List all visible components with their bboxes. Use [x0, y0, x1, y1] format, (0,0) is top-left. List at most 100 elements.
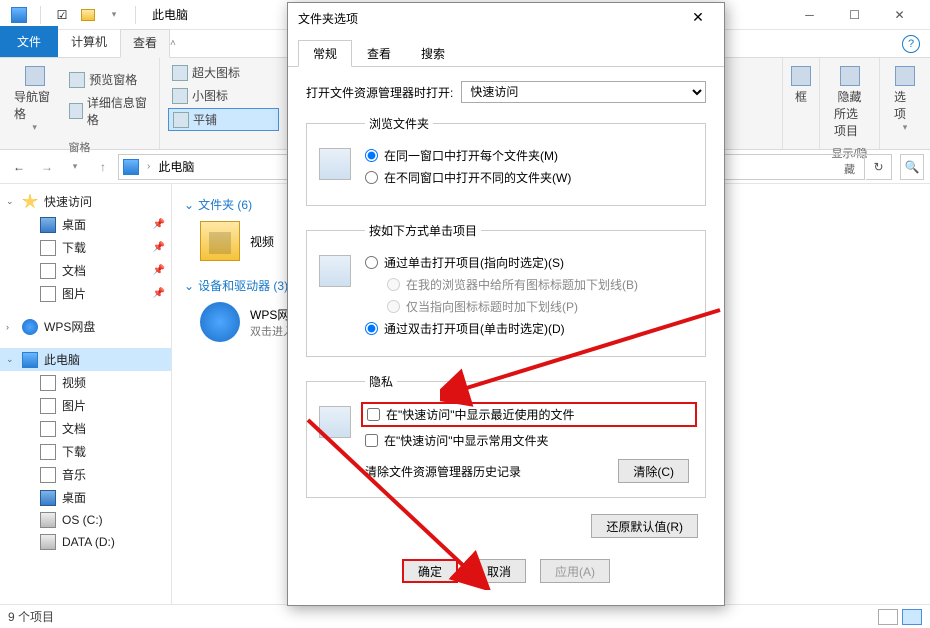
dialog-tab-view[interactable]: 查看: [352, 40, 406, 67]
preview-label: 预览窗格: [89, 71, 137, 88]
xlarge-label: 超大图标: [192, 64, 240, 81]
navpane-icon: [25, 66, 45, 86]
expand-icon[interactable]: ›: [6, 322, 16, 332]
nav-desktop2[interactable]: 桌面: [0, 486, 171, 509]
navpane-button[interactable]: 导航窗格 ▾: [8, 62, 61, 137]
check-priv-freq[interactable]: 在"快速访问"中显示常用文件夹: [365, 432, 693, 449]
video-icon: [40, 375, 56, 391]
tab-file[interactable]: 文件: [0, 26, 58, 57]
expand-icon[interactable]: ⌄: [6, 196, 16, 207]
privacy-icon: [319, 406, 351, 438]
chevron-right-icon[interactable]: ›: [147, 161, 150, 172]
preview-pane-button[interactable]: 预览窗格: [65, 69, 151, 90]
check-priv-recent[interactable]: 在"快速访问"中显示最近使用的文件: [361, 402, 697, 427]
radio-click-double[interactable]: 通过双击打开项目(单击时选定)(D): [365, 320, 693, 337]
clear-button[interactable]: 清除(C): [618, 459, 689, 483]
dialog-title: 文件夹选项: [298, 10, 358, 27]
qat-new-icon[interactable]: [77, 4, 99, 26]
up-button[interactable]: ↑: [90, 154, 116, 180]
search-button[interactable]: 🔍: [900, 154, 924, 180]
minimize-button[interactable]: ─: [787, 0, 832, 30]
layout-small[interactable]: 小图标: [168, 85, 279, 106]
nav-desktop[interactable]: 桌面📌: [0, 213, 171, 236]
nav-pics2[interactable]: 图片: [0, 394, 171, 417]
dialog-tab-search[interactable]: 搜索: [406, 40, 460, 67]
nav-osc[interactable]: OS (C:): [0, 509, 171, 531]
radio-browse-new[interactable]: 在不同窗口中打开不同的文件夹(W): [365, 169, 693, 186]
fs-click-legend: 按如下方式单击项目: [365, 222, 481, 239]
view-details-button[interactable]: [878, 609, 898, 625]
layout-group-label: [168, 133, 279, 147]
nav-video[interactable]: 视频: [0, 371, 171, 394]
expand-icon[interactable]: ⌄: [6, 354, 16, 365]
help-icon[interactable]: ?: [902, 35, 920, 53]
nav-docs-label: 文档: [62, 262, 86, 279]
history-dropdown[interactable]: ▾: [62, 154, 88, 180]
nav-pics[interactable]: 图片📌: [0, 282, 171, 305]
nav-datad-label: DATA (D:): [62, 535, 115, 549]
layout-xlarge[interactable]: 超大图标: [168, 62, 279, 83]
nav-thispc-label: 此电脑: [44, 351, 80, 368]
nav-tree[interactable]: ⌄快速访问 桌面📌 下载📌 文档📌 图片📌 ›WPS网盘 ⌄此电脑 视频 图片 …: [0, 184, 172, 604]
fs-browse-legend: 浏览文件夹: [365, 115, 433, 132]
nav-datad[interactable]: DATA (D:): [0, 531, 171, 553]
back-button[interactable]: ←: [6, 154, 32, 180]
pic-icon: [40, 286, 56, 302]
radio-click-single-a: 在我的浏览器中给所有图标标题加下划线(B): [387, 276, 693, 293]
frame-icon: [791, 66, 811, 86]
restore-defaults-button[interactable]: 还原默认值(R): [591, 514, 698, 538]
small-icon: [172, 88, 188, 104]
nav-quick-access[interactable]: ⌄快速访问: [0, 190, 171, 213]
pin-icon: 📌: [153, 265, 165, 276]
layout-tile[interactable]: 平铺: [168, 108, 279, 131]
openwith-select[interactable]: 快速访问: [461, 81, 706, 103]
frame-button[interactable]: 框: [791, 62, 811, 109]
details-pane-button[interactable]: 详细信息窗格: [65, 92, 151, 130]
qat-dropdown-icon[interactable]: ▾: [103, 4, 125, 26]
breadcrumb-thispc[interactable]: 此电脑: [158, 158, 194, 175]
apply-button[interactable]: 应用(A): [540, 559, 610, 583]
clear-label: 清除文件资源管理器历史记录: [365, 463, 521, 480]
folders-header-label: 文件夹 (6): [198, 196, 252, 213]
pic-icon: [40, 398, 56, 414]
nav-download2[interactable]: 下载: [0, 440, 171, 463]
small-label: 小图标: [192, 87, 228, 104]
frame-label: 框: [795, 88, 807, 105]
hide-button[interactable]: 隐藏所选项目: [828, 62, 871, 143]
pc-icon: [123, 159, 139, 175]
tile-icon: [173, 112, 189, 128]
dialog-tab-general[interactable]: 常规: [298, 40, 352, 67]
video-folder-icon: [200, 221, 240, 261]
tab-view[interactable]: 查看: [120, 29, 170, 58]
qat-properties-icon[interactable]: ☑: [51, 4, 73, 26]
dialog-close-button[interactable]: ✕: [682, 6, 714, 30]
maximize-button[interactable]: ☐: [832, 0, 877, 30]
forward-button[interactable]: →: [34, 154, 60, 180]
radio-click-single[interactable]: 通过单击打开项目(指向时选定)(S): [365, 254, 693, 271]
system-menu-icon[interactable]: [8, 4, 30, 26]
pin-icon: 📌: [153, 288, 165, 299]
ribbon-collapse-icon[interactable]: ˄: [170, 38, 176, 49]
click-icon: [319, 255, 351, 287]
openwith-label: 打开文件资源管理器时打开:: [306, 84, 453, 101]
tab-computer[interactable]: 计算机: [58, 28, 120, 57]
options-button[interactable]: 选项▾: [888, 62, 922, 137]
cancel-button[interactable]: 取消: [472, 559, 526, 583]
refresh-button[interactable]: ↻: [866, 154, 892, 180]
click-double-label: 通过双击打开项目(单击时选定)(D): [384, 320, 565, 337]
nav-docs[interactable]: 文档 📌: [0, 259, 171, 282]
xlarge-icon: [172, 65, 188, 81]
ok-button[interactable]: 确定: [402, 559, 458, 583]
music-icon: [40, 467, 56, 483]
options-label: 选项: [894, 88, 916, 122]
nav-wps[interactable]: ›WPS网盘: [0, 315, 171, 338]
close-button[interactable]: ✕: [877, 0, 922, 30]
pc-icon: [22, 352, 38, 368]
status-count: 9 个项目: [8, 608, 54, 625]
view-tiles-button[interactable]: [902, 609, 922, 625]
nav-thispc[interactable]: ⌄ 此电脑: [0, 348, 171, 371]
nav-docs2[interactable]: 文档: [0, 417, 171, 440]
nav-music[interactable]: 音乐: [0, 463, 171, 486]
nav-download[interactable]: 下载📌: [0, 236, 171, 259]
radio-browse-same[interactable]: 在同一窗口中打开每个文件夹(M): [365, 147, 693, 164]
